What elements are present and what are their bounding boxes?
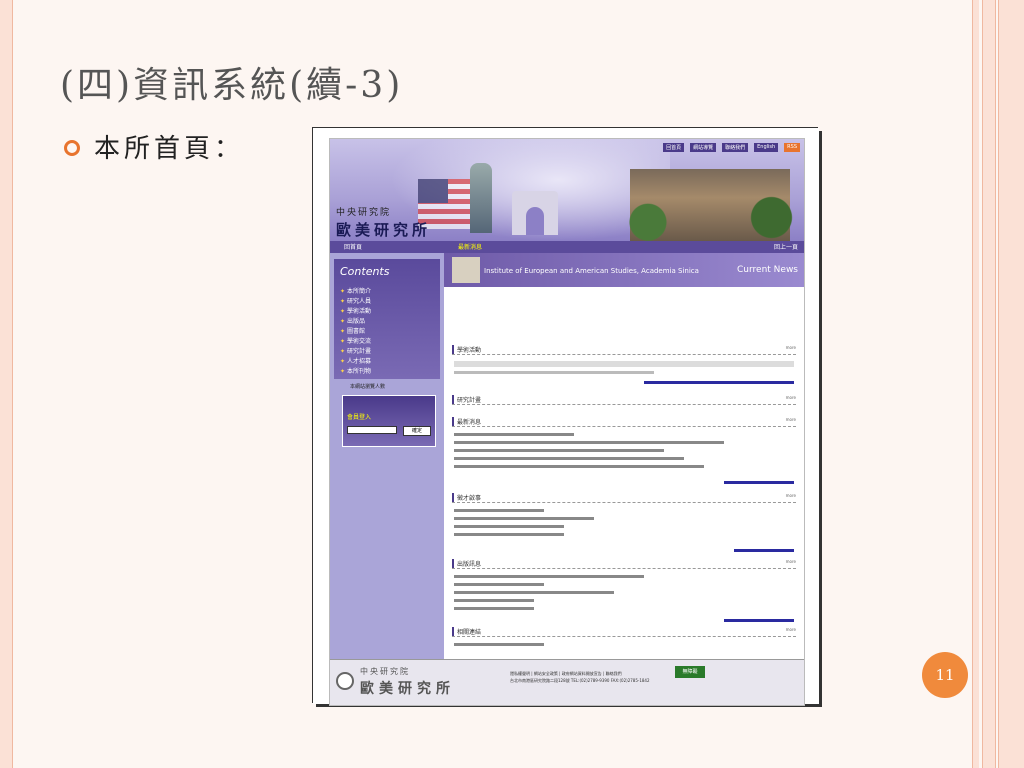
list-item[interactable] xyxy=(454,643,544,646)
menu-item[interactable]: 本所刊物 xyxy=(340,367,371,377)
more-link[interactable] xyxy=(724,481,794,484)
list-item[interactable] xyxy=(454,433,574,436)
website-frame: 中央研究院 歐美研究所 回首頁 網站導覽 聯絡我們 English RSS 回首… xyxy=(329,138,805,706)
site-footer: 中央研究院 歐美研究所 隱私權聲明 | 網站安全政策 | 政府網站資料開放宣告 … xyxy=(330,659,804,705)
list-item[interactable] xyxy=(454,441,724,444)
newspaper-image xyxy=(452,257,480,283)
back-link[interactable]: 回上一頁 xyxy=(774,242,798,251)
list-item[interactable] xyxy=(454,449,664,452)
contents-box: Contents 本所簡介 研究人員 學術活動 出版品 圖書館 學術交流 研究計… xyxy=(334,259,440,379)
sidebar: Contents 本所簡介 研究人員 學術活動 出版品 圖書館 學術交流 研究計… xyxy=(330,253,444,659)
list-item[interactable] xyxy=(454,575,644,578)
accessibility-badge[interactable]: 無障礙 xyxy=(675,666,705,678)
main-content: Institute of European and American Studi… xyxy=(444,253,804,659)
list-item[interactable] xyxy=(454,361,794,367)
menu-item[interactable]: 學術交流 xyxy=(340,337,371,347)
bullet-text: 本所首頁： xyxy=(94,134,245,164)
list-item[interactable] xyxy=(454,457,684,460)
current-page-label: 最新消息 xyxy=(458,244,483,251)
menu-item[interactable]: 學術活動 xyxy=(340,307,371,317)
list-item[interactable] xyxy=(454,465,704,468)
top-nav-item[interactable]: 網站導覽 xyxy=(690,143,717,152)
section-header: 出版訊息 more xyxy=(452,559,796,569)
top-nav-item[interactable]: 回首頁 xyxy=(663,143,685,152)
left-border xyxy=(0,0,13,768)
top-nav-item[interactable]: RSS xyxy=(784,143,800,152)
statue-image xyxy=(470,163,492,233)
sidebar-menu: 本所簡介 研究人員 學術活動 出版品 圖書館 學術交流 研究計畫 人才招募 本所… xyxy=(340,287,371,377)
menu-item[interactable]: 人才招募 xyxy=(340,357,371,367)
slide-title: (四)資訊系統(續-3) xyxy=(60,65,404,106)
more-link[interactable] xyxy=(724,619,794,622)
more-link[interactable]: more xyxy=(786,493,796,498)
login-title: 會員登入 xyxy=(347,414,372,421)
section-header: 研究計畫 more xyxy=(452,395,796,405)
institute-logo-icon xyxy=(336,672,354,690)
header-text: Institute of European and American Studi… xyxy=(484,267,699,275)
list-item[interactable] xyxy=(454,599,534,602)
list-item[interactable] xyxy=(454,533,564,536)
top-nav-item[interactable]: 聯絡我們 xyxy=(722,143,749,152)
more-link[interactable]: more xyxy=(786,559,796,564)
more-link[interactable] xyxy=(734,549,794,552)
site-org: 中央研究院 xyxy=(336,208,392,218)
arch-image xyxy=(512,191,558,235)
list-item[interactable] xyxy=(454,517,594,520)
login-input[interactable] xyxy=(347,426,397,434)
section-header: 最新消息 more xyxy=(452,417,796,427)
list-item[interactable] xyxy=(454,607,534,610)
nav-bar: 回首頁 最新消息 回上一頁 xyxy=(330,241,804,253)
list-item[interactable] xyxy=(454,371,654,374)
more-link[interactable]: more xyxy=(786,395,796,400)
top-nav: 回首頁 網站導覽 聯絡我們 English RSS xyxy=(663,143,800,152)
section-header: 徵才啟事 more xyxy=(452,493,796,503)
list-item[interactable] xyxy=(454,509,544,512)
menu-item[interactable]: 圖書館 xyxy=(340,327,371,337)
sidebar-title: Contents xyxy=(340,265,390,278)
menu-item[interactable]: 研究人員 xyxy=(340,297,371,307)
footer-name: 歐美研究所 xyxy=(360,681,455,697)
more-link[interactable]: more xyxy=(786,345,796,350)
footer-links: 隱私權聲明 | 網站安全政策 | 政府網站資料開放宣告 | 聯絡我們 台北市南港… xyxy=(510,671,650,683)
menu-item[interactable]: 本所簡介 xyxy=(340,287,371,297)
list-item[interactable] xyxy=(454,583,544,586)
website-screenshot: 中央研究院 歐美研究所 回首頁 網站導覽 聯絡我們 English RSS 回首… xyxy=(313,128,819,706)
bullet-icon xyxy=(64,140,80,156)
header-current: Current News xyxy=(737,265,798,275)
site-banner: 中央研究院 歐美研究所 回首頁 網站導覽 聯絡我們 English RSS xyxy=(330,139,804,241)
site-name: 歐美研究所 xyxy=(336,221,432,239)
visitor-counter: 本網站瀏覽人數 xyxy=(350,384,386,390)
section-header: 相關連結 more xyxy=(452,627,796,637)
page-number: 11 xyxy=(922,652,968,698)
section-header: 學術活動 more xyxy=(452,345,796,355)
more-link[interactable] xyxy=(644,381,794,384)
menu-item[interactable]: 研究計畫 xyxy=(340,347,371,357)
more-link[interactable]: more xyxy=(786,627,796,632)
content-header: Institute of European and American Studi… xyxy=(444,253,804,287)
login-box: 會員登入 確定 xyxy=(342,395,436,447)
footer-org: 中央研究院 xyxy=(360,667,410,676)
list-item[interactable] xyxy=(454,591,614,594)
menu-item[interactable]: 出版品 xyxy=(340,317,371,327)
more-link[interactable]: more xyxy=(786,417,796,422)
login-button[interactable]: 確定 xyxy=(403,426,431,436)
right-border xyxy=(972,0,1024,768)
top-nav-item[interactable]: English xyxy=(754,143,779,152)
home-link[interactable]: 回首頁 xyxy=(344,242,362,251)
list-item[interactable] xyxy=(454,525,564,528)
